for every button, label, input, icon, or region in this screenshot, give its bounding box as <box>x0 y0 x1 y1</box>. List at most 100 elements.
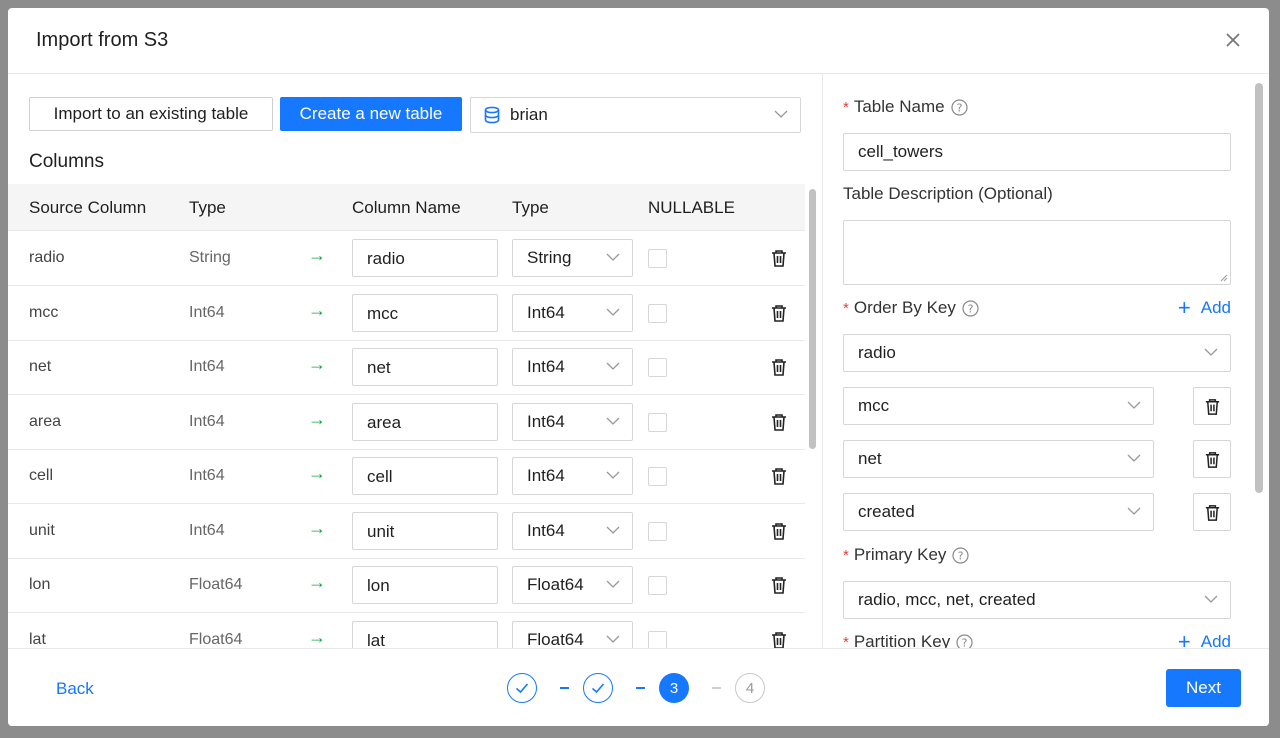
nullable-checkbox[interactable] <box>648 303 667 323</box>
source-column-name: lon <box>29 576 51 593</box>
column-type-value: Int64 <box>527 302 565 322</box>
column-name-input[interactable]: radio <box>352 239 498 277</box>
source-column-type: Int64 <box>189 358 225 375</box>
order-by-key-select-4[interactable]: created <box>843 493 1154 531</box>
column-name-input[interactable]: mcc <box>352 293 498 332</box>
plus-icon: + <box>1177 629 1191 649</box>
import-existing-table-button[interactable]: Import to an existing table <box>29 97 273 131</box>
arrow-right-icon: → <box>308 572 326 592</box>
chevron-down-icon <box>774 110 788 118</box>
trash-icon[interactable] <box>769 412 789 432</box>
source-column-type: Int64 <box>189 412 225 430</box>
database-icon <box>484 106 500 124</box>
delete-order-by-key-button[interactable] <box>1193 493 1231 531</box>
nullable-checkbox[interactable] <box>648 412 667 432</box>
step-connector <box>560 687 569 689</box>
trash-icon[interactable] <box>769 630 789 649</box>
source-column-name: lat <box>29 630 46 648</box>
table-row: cell Int64 → cell Int64 <box>8 449 805 504</box>
help-icon[interactable]: ? <box>950 98 968 116</box>
nullable-checkbox[interactable] <box>648 630 667 648</box>
nullable-checkbox[interactable] <box>648 467 667 486</box>
chevron-down-icon <box>1127 401 1141 409</box>
table-row: area Int64 → area Int64 <box>8 395 805 450</box>
trash-icon[interactable] <box>769 466 789 486</box>
chevron-down-icon <box>606 253 620 261</box>
column-type-value: Int64 <box>527 411 565 431</box>
column-type-select[interactable]: Int64 <box>512 457 633 495</box>
step-connector <box>636 687 645 689</box>
create-new-table-button[interactable]: Create a new table <box>280 97 462 131</box>
column-type-select[interactable]: Float64 <box>512 566 633 604</box>
scrollbar-thumb[interactable] <box>1255 83 1263 493</box>
table-description-textarea[interactable] <box>843 220 1231 285</box>
check-icon <box>515 683 529 694</box>
settings-scrollbar[interactable] <box>1254 74 1264 648</box>
column-type-select[interactable]: Float64 <box>512 620 633 648</box>
trash-icon[interactable] <box>769 248 789 268</box>
add-order-by-key-label: Add <box>1200 298 1231 317</box>
table-name-label: * Table Name ? <box>843 97 968 117</box>
column-name-input[interactable]: lat <box>352 620 498 648</box>
trash-icon[interactable] <box>769 303 789 323</box>
chevron-down-icon <box>606 580 620 588</box>
column-type-value: Float64 <box>527 575 584 594</box>
resize-handle-icon[interactable] <box>1220 274 1228 282</box>
add-order-by-key-button[interactable]: + Add <box>1178 297 1231 319</box>
column-name-input[interactable]: unit <box>352 511 498 550</box>
column-type-value: String <box>527 248 572 267</box>
column-type-select[interactable]: Int64 <box>512 402 633 441</box>
arrow-right-icon: → <box>308 354 326 374</box>
nullable-checkbox[interactable] <box>648 358 667 377</box>
required-marker: * <box>843 633 849 649</box>
trash-icon[interactable] <box>769 357 789 377</box>
primary-key-select[interactable]: radio, mcc, net, created <box>843 581 1231 619</box>
column-name-input[interactable]: area <box>352 402 498 441</box>
help-icon[interactable]: ? <box>952 546 970 564</box>
database-select[interactable]: brian <box>470 97 801 133</box>
trash-icon[interactable] <box>769 521 789 541</box>
back-button[interactable]: Back <box>56 679 94 699</box>
table-description-label: Table Description (Optional) <box>843 184 1053 203</box>
next-button[interactable]: Next <box>1166 669 1241 707</box>
order-by-key-select-3[interactable]: net <box>843 440 1154 478</box>
delete-order-by-key-button[interactable] <box>1193 387 1231 425</box>
column-type-select[interactable]: String <box>512 239 633 277</box>
close-icon[interactable] <box>1223 30 1243 50</box>
column-type-select[interactable]: Int64 <box>512 511 633 550</box>
nullable-checkbox[interactable] <box>648 249 667 268</box>
database-select-value: brian <box>510 105 548 124</box>
source-column-type: Float64 <box>189 576 243 593</box>
add-partition-key-button[interactable]: + Add <box>1177 629 1231 649</box>
column-type-select[interactable]: Int64 <box>512 348 633 386</box>
add-partition-key-label: Add <box>1200 632 1231 648</box>
trash-icon[interactable] <box>769 575 789 595</box>
scrollbar-thumb[interactable] <box>809 189 816 449</box>
step-connector <box>712 687 721 689</box>
header-source-type: Type <box>189 198 226 217</box>
table-name-input[interactable]: cell_towers <box>843 133 1231 171</box>
partition-key-label: * Partition Key ? <box>843 632 973 648</box>
order-by-key-select-2[interactable]: mcc <box>843 387 1154 425</box>
help-icon[interactable]: ? <box>956 633 973 649</box>
source-column-name: radio <box>29 249 65 266</box>
header-nullable: NULLABLE <box>648 198 735 217</box>
column-type-select[interactable]: Int64 <box>512 293 633 332</box>
step-4-pending: 4 <box>735 673 765 703</box>
help-icon[interactable]: ? <box>962 299 979 317</box>
columns-scrollbar[interactable] <box>808 184 816 648</box>
required-marker: * <box>843 546 849 564</box>
column-type-value: Int64 <box>527 357 565 376</box>
arrow-right-icon: → <box>308 463 326 483</box>
column-name-input[interactable]: net <box>352 348 498 386</box>
chevron-down-icon <box>606 308 620 316</box>
nullable-checkbox[interactable] <box>648 521 667 541</box>
column-name-input[interactable]: lon <box>352 566 498 604</box>
table-row: mcc Int64 → mcc Int64 <box>8 286 805 341</box>
dialog-title: Import from S3 <box>36 29 169 51</box>
delete-order-by-key-button[interactable] <box>1193 440 1231 478</box>
nullable-checkbox[interactable] <box>648 576 667 595</box>
trash-icon <box>1205 504 1219 521</box>
order-by-key-select-1[interactable]: radio <box>843 334 1231 372</box>
column-name-input[interactable]: cell <box>352 457 498 495</box>
